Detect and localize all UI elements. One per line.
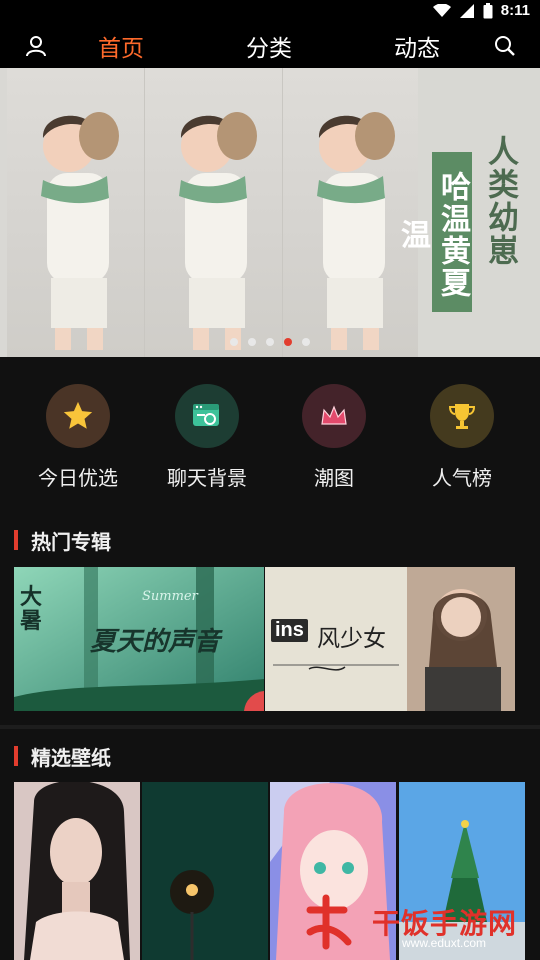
battery-icon: [483, 2, 493, 18]
star-icon: [46, 384, 110, 448]
album-caption: 风少女: [317, 626, 386, 652]
carousel-indicator: [230, 338, 310, 346]
album-corner-text: 大暑: [20, 584, 43, 634]
album-ins-badge: ins: [271, 619, 308, 642]
category-today-picks[interactable]: 今日优选: [18, 384, 138, 491]
user-icon[interactable]: [24, 34, 48, 58]
chat-background-icon: [175, 384, 239, 448]
section-title: 精选壁纸: [31, 745, 111, 770]
category-popular-ranking[interactable]: 人气榜: [402, 384, 522, 491]
carousel-dot[interactable]: [230, 338, 238, 346]
album-card-ins-girl[interactable]: ins 风少女: [265, 567, 515, 711]
wallpaper-thumbnail[interactable]: [14, 782, 140, 960]
status-bar: 8:11: [0, 0, 540, 24]
section-accent-bar: [14, 530, 18, 550]
category-chat-background[interactable]: 聊天背景: [147, 384, 267, 491]
banner-title-dark: 人类幼崽: [482, 135, 518, 267]
section-divider: [0, 725, 540, 729]
tab-feed[interactable]: 动态: [394, 29, 440, 63]
album-script-text: Summer: [142, 589, 198, 604]
album-card-summer[interactable]: 大暑 Summer 夏天的声音: [14, 567, 264, 711]
tab-category[interactable]: 分类: [246, 29, 292, 63]
carousel-dot[interactable]: [302, 338, 310, 346]
search-icon[interactable]: [493, 34, 517, 58]
section-hot-albums: 热门专辑: [14, 528, 111, 554]
category-label: 聊天背景: [167, 466, 247, 490]
trophy-icon: [430, 384, 494, 448]
crown-icon: [302, 384, 366, 448]
category-label: 今日优选: [38, 466, 118, 490]
watermark-url: www.eduxt.com: [402, 936, 487, 950]
section-title: 热门专辑: [31, 529, 111, 554]
status-time: 8:11: [500, 2, 530, 19]
tab-home[interactable]: 首页: [98, 29, 144, 63]
top-nav: 首页 分类 动态: [0, 24, 540, 68]
banner-photo: [283, 68, 421, 357]
carousel-dot[interactable]: [266, 338, 274, 346]
carousel-dot[interactable]: [248, 338, 256, 346]
category-label: 潮图: [314, 466, 354, 490]
wallpaper-thumbnail[interactable]: [142, 782, 268, 960]
category-label: 人气榜: [432, 466, 492, 490]
section-featured-wallpapers: 精选壁纸: [14, 744, 111, 770]
album-caption: 夏天的声音: [90, 627, 221, 657]
carousel-dot-active[interactable]: [284, 338, 292, 346]
wifi-icon: [432, 3, 451, 17]
category-trend-images[interactable]: 潮图: [274, 384, 394, 491]
section-accent-bar: [14, 746, 18, 766]
banner-photo: [7, 68, 145, 357]
banner-title-green: 哈温黄夏温: [395, 152, 472, 312]
signal-icon: [459, 3, 474, 18]
banner-photo: [145, 68, 283, 357]
